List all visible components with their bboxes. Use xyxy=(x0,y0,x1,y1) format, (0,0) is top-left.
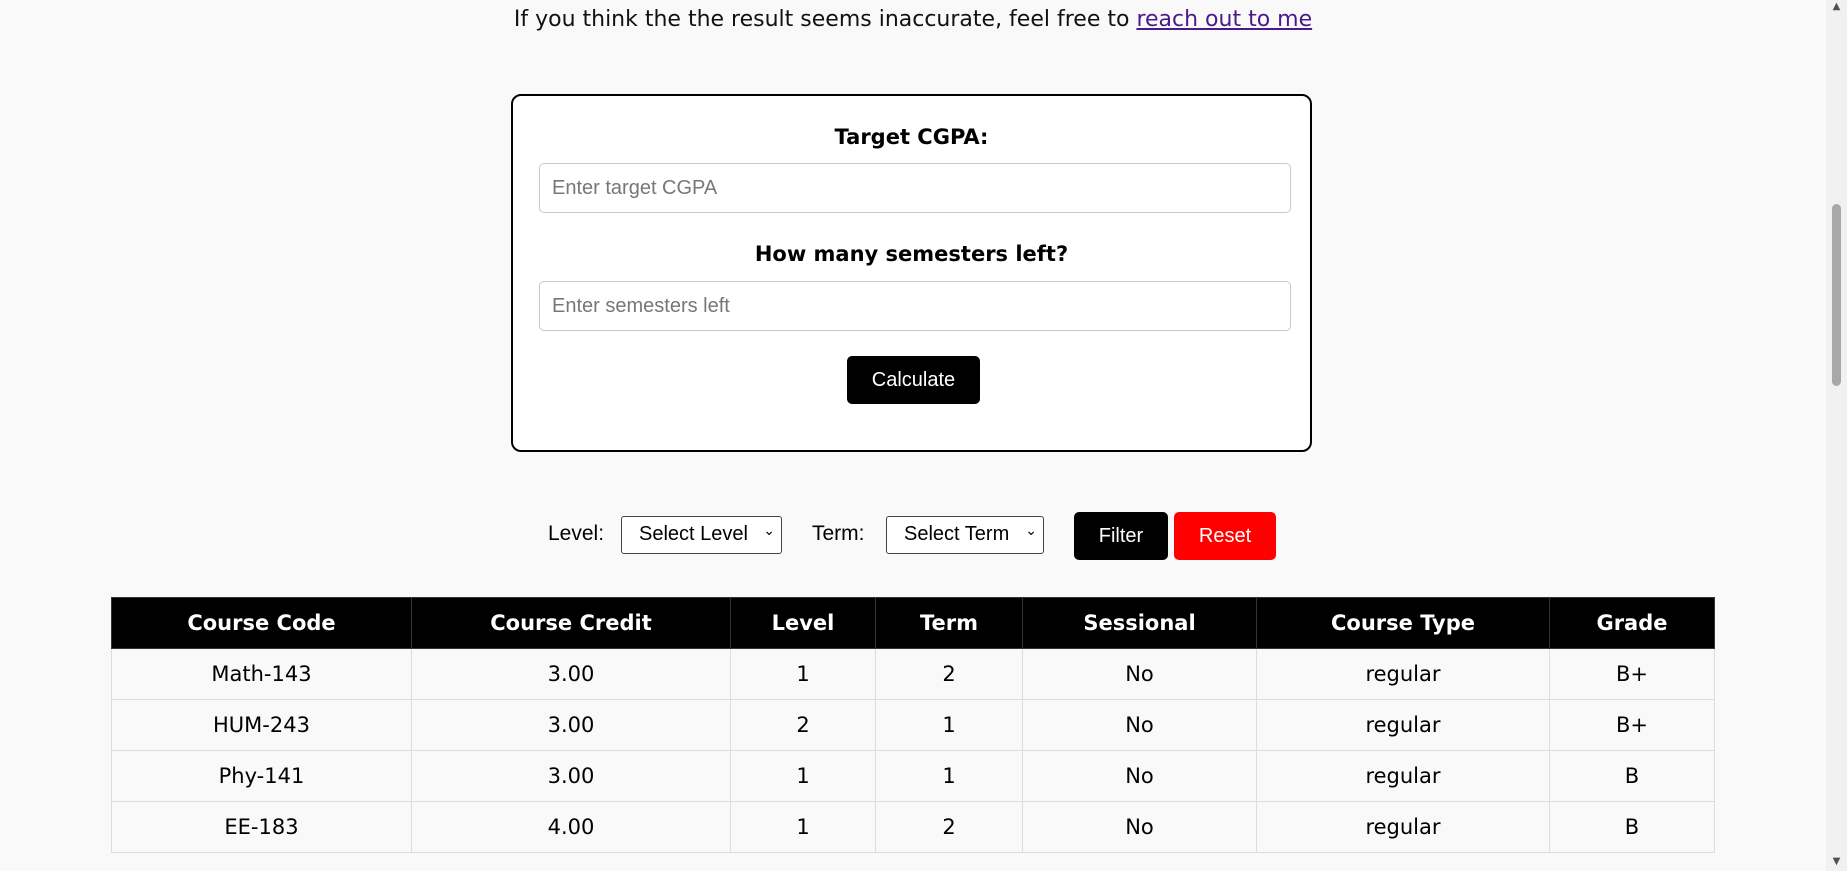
column-header[interactable]: Grade xyxy=(1549,597,1715,649)
level-label: Level: xyxy=(548,522,605,545)
grade-cell: B+ xyxy=(1549,648,1715,700)
sessional-cell: No xyxy=(1022,699,1257,751)
table-row: Phy-141 3.00 1 1 No regular B xyxy=(111,750,1715,802)
feedback-notice: If you think the the result seems inaccu… xyxy=(0,7,1826,32)
semesters-left-input[interactable] xyxy=(539,281,1291,331)
reset-button[interactable]: Reset xyxy=(1174,512,1276,560)
term-select[interactable]: Select Term ⌄ xyxy=(886,516,1044,554)
course-type-cell: regular xyxy=(1256,801,1550,853)
term-label: Term: xyxy=(812,522,865,545)
course-credit-cell: 3.00 xyxy=(411,699,731,751)
chevron-down-icon: ⌄ xyxy=(763,522,775,538)
course-code-cell: HUM-243 xyxy=(111,699,412,751)
course-credit-cell: 4.00 xyxy=(411,801,731,853)
level-cell: 1 xyxy=(730,801,876,853)
notice-text: If you think the the result seems inaccu… xyxy=(513,7,1137,32)
table-row: EE-183 4.00 1 2 No regular B xyxy=(111,801,1715,853)
column-header[interactable]: Term xyxy=(875,597,1023,649)
table-row: HUM-243 3.00 2 1 No regular B+ xyxy=(111,699,1715,751)
target-cgpa-label: Target CGPA: xyxy=(834,125,989,149)
course-credit-cell: 3.00 xyxy=(411,750,731,802)
table-row: Math-143 3.00 1 2 No regular B+ xyxy=(111,648,1715,700)
scroll-up-arrow-icon[interactable]: ▲ xyxy=(1826,1,1847,12)
column-header[interactable]: Course Type xyxy=(1256,597,1550,649)
courses-table: Course Code Course Credit Level Term Ses… xyxy=(111,597,1715,853)
filter-button[interactable]: Filter xyxy=(1074,512,1168,560)
course-code-cell: EE-183 xyxy=(111,801,412,853)
column-header[interactable]: Sessional xyxy=(1022,597,1257,649)
level-cell: 1 xyxy=(730,750,876,802)
chevron-down-icon: ⌄ xyxy=(1025,522,1037,538)
page-scrollbar[interactable]: ▲ ▼ xyxy=(1826,0,1847,871)
target-cgpa-input[interactable] xyxy=(539,163,1291,213)
column-header[interactable]: Course Credit xyxy=(411,597,731,649)
course-type-cell: regular xyxy=(1256,699,1550,751)
scroll-down-arrow-icon[interactable]: ▼ xyxy=(1826,856,1847,867)
grade-cell: B+ xyxy=(1549,699,1715,751)
level-cell: 2 xyxy=(730,699,876,751)
contact-link[interactable]: reach out to me xyxy=(1136,7,1312,32)
sessional-cell: No xyxy=(1022,801,1257,853)
course-code-cell: Phy-141 xyxy=(111,750,412,802)
level-select[interactable]: Select Level ⌄ xyxy=(621,516,782,554)
semesters-left-label: How many semesters left? xyxy=(754,242,1069,266)
course-credit-cell: 3.00 xyxy=(411,648,731,700)
calculate-button[interactable]: Calculate xyxy=(847,356,980,404)
table-header-row: Course Code Course Credit Level Term Ses… xyxy=(111,597,1715,649)
target-cgpa-card: Target CGPA: How many semesters left? Ca… xyxy=(511,94,1312,452)
term-cell: 2 xyxy=(875,648,1023,700)
column-header[interactable]: Course Code xyxy=(111,597,412,649)
level-cell: 1 xyxy=(730,648,876,700)
course-type-cell: regular xyxy=(1256,750,1550,802)
term-select-value: Select Term xyxy=(904,523,1010,545)
sessional-cell: No xyxy=(1022,750,1257,802)
course-type-cell: regular xyxy=(1256,648,1550,700)
grade-cell: B xyxy=(1549,750,1715,802)
course-code-cell: Math-143 xyxy=(111,648,412,700)
sessional-cell: No xyxy=(1022,648,1257,700)
term-cell: 1 xyxy=(875,750,1023,802)
level-select-value: Select Level xyxy=(639,523,748,545)
term-cell: 1 xyxy=(875,699,1023,751)
term-cell: 2 xyxy=(875,801,1023,853)
scrollbar-thumb[interactable] xyxy=(1832,204,1841,386)
filter-bar: Level: Select Level ⌄ Term: Select Term … xyxy=(0,510,1826,560)
column-header[interactable]: Level xyxy=(730,597,876,649)
grade-cell: B xyxy=(1549,801,1715,853)
